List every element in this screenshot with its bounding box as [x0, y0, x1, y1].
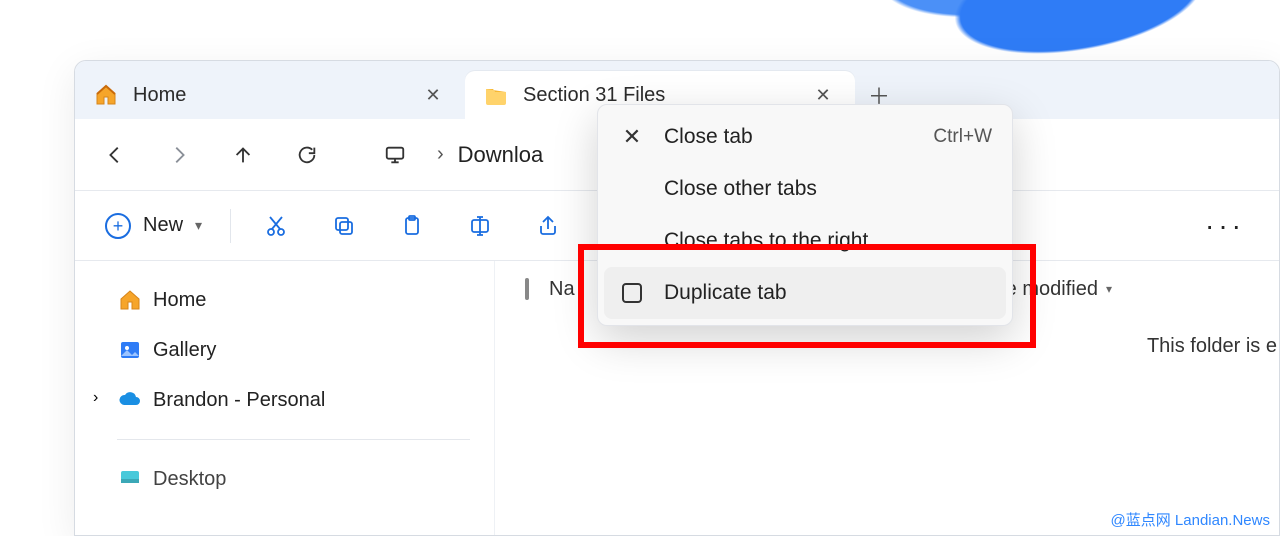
menu-close-tab[interactable]: ✕ Close tab Ctrl+W: [604, 111, 1006, 163]
nav-forward[interactable]: [151, 131, 207, 179]
expand-chevron-icon[interactable]: ›: [93, 389, 98, 407]
duplicate-icon: [618, 283, 646, 303]
sidebar-item-label: Desktop: [153, 468, 226, 491]
sidebar-item-label: Gallery: [153, 339, 216, 362]
nav-back[interactable]: [87, 131, 143, 179]
tab-home[interactable]: Home ✕: [75, 71, 465, 119]
copy-button[interactable]: [315, 202, 373, 250]
sidebar-item-gallery[interactable]: Gallery: [93, 325, 494, 375]
column-date-modified[interactable]: ate modified ▾: [989, 278, 1169, 301]
breadcrumb-thispc-icon[interactable]: [367, 131, 423, 179]
chevron-down-icon: ▾: [195, 217, 202, 234]
share-button[interactable]: [519, 202, 577, 250]
sidebar-item-label: Brandon - Personal: [153, 389, 325, 412]
menu-item-shortcut: Ctrl+W: [933, 126, 992, 148]
sidebar-item-label: Home: [153, 289, 206, 312]
menu-item-label: Close other tabs: [664, 177, 817, 201]
tab-home-close[interactable]: ✕: [419, 85, 447, 106]
tab-home-label: Home: [133, 84, 405, 107]
menu-item-label: Close tab: [664, 125, 753, 149]
tab-context-menu: ✕ Close tab Ctrl+W Close other tabs Clos…: [597, 104, 1013, 326]
menu-item-label: Close tabs to the right: [664, 229, 868, 253]
sidebar-item-onedrive[interactable]: Brandon - Personal: [93, 375, 494, 425]
close-icon: ✕: [618, 124, 646, 150]
tab-active-close[interactable]: ✕: [809, 85, 837, 106]
sidebar-item-desktop[interactable]: Desktop: [93, 454, 494, 504]
menu-close-tabs-right[interactable]: Close tabs to the right: [604, 215, 1006, 267]
new-button-label: New: [143, 214, 183, 237]
menu-duplicate-tab[interactable]: Duplicate tab: [604, 267, 1006, 319]
home-icon: [117, 287, 143, 313]
paste-button[interactable]: [383, 202, 441, 250]
menu-close-other-tabs[interactable]: Close other tabs: [604, 163, 1006, 215]
folder-icon: [483, 82, 509, 108]
navigation-pane: Home Gallery › Brandon - Personal: [75, 261, 495, 535]
nav-refresh[interactable]: [279, 131, 335, 179]
more-button[interactable]: ···: [1205, 210, 1261, 242]
desktop-icon: [117, 466, 143, 492]
cut-button[interactable]: [247, 202, 305, 250]
chevron-down-icon: ▾: [1106, 282, 1112, 296]
sidebar-item-home[interactable]: Home: [93, 275, 494, 325]
rename-button[interactable]: [451, 202, 509, 250]
menu-item-label: Duplicate tab: [664, 281, 787, 305]
breadcrumb-chevron[interactable]: ›: [431, 143, 450, 166]
sidebar-separator: [117, 439, 470, 440]
onedrive-icon: [117, 387, 143, 413]
home-icon: [93, 82, 119, 108]
nav-up[interactable]: [215, 131, 271, 179]
gallery-icon: [117, 337, 143, 363]
toolbar-separator: [230, 209, 231, 243]
breadcrumb-segment[interactable]: Downloa: [458, 142, 544, 168]
new-button[interactable]: + New ▾: [93, 207, 214, 245]
plus-circle-icon: +: [105, 213, 131, 239]
select-all-checkbox[interactable]: [525, 278, 529, 300]
